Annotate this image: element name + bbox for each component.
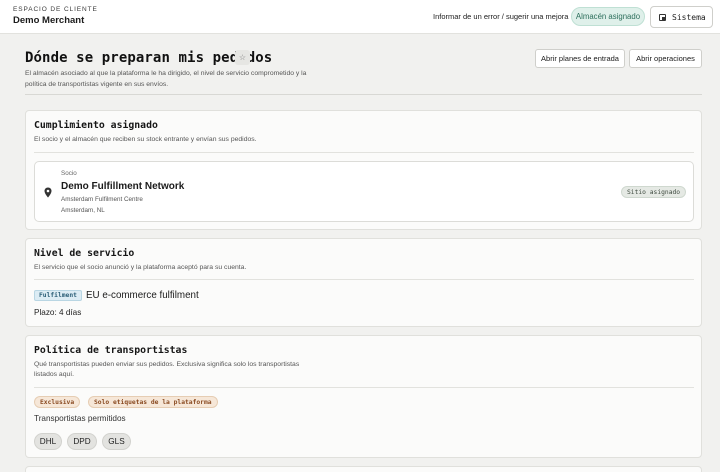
allowed-carriers-label: Transportistas permitidos [34,414,126,423]
carrier-policy-subtitle: Qué transportistas pueden enviar sus ped… [34,361,300,378]
theme-toggle-icon [659,13,666,21]
partner-location: Amsterdam, NL [61,207,105,214]
service-level-card: Nivel de servicio El servicio que el soc… [25,238,702,327]
service-level-subtitle: El servicio que el socio anunció y la pl… [34,264,247,271]
partner-name: Demo Fulfillment Network [61,181,185,192]
exclusive-tag: Exclusiva [34,396,81,408]
star-icon[interactable]: ☆ [235,50,250,65]
carrier-chip-dhl: DHL [34,433,62,450]
lead-time: Plazo: 4 días [34,308,82,317]
open-inbound-plans-button[interactable]: Abrir planes de entrada [535,49,625,68]
partner-label: Socio [61,170,77,177]
card-divider [34,152,694,153]
assigned-warehouse-pill[interactable]: Almacén asignado [571,7,645,26]
carrier-policy-title: Política de transportistas [34,345,188,356]
page-divider [25,94,702,95]
page-description: El almacén asociado al que la plataforma… [25,70,307,88]
fulfilment-badge: Fulfilment [34,290,82,301]
partner-panel: Socio Demo Fulfillment Network Amsterdam… [34,161,694,222]
service-level-title: Nivel de servicio [34,248,135,259]
system-theme-button[interactable]: Sistema [650,6,713,28]
assigned-fulfilment-card: Cumplimiento asignado El socio y el alma… [25,110,702,230]
system-button-label: Sistema [672,12,706,22]
carrier-chip-gls: GLS [102,433,131,450]
merchant-name: Demo Merchant [13,15,85,26]
service-name: EU e-commerce fulfilment [86,290,199,301]
next-card [25,466,702,472]
assigned-site-badge: Sitio asignado [621,186,687,198]
report-issue-link[interactable]: Informar de un error / sugerir una mejor… [433,12,568,21]
card-divider [34,387,694,388]
map-pin-icon [44,187,52,198]
carrier-chip-dpd: DPD [67,433,97,450]
partner-site: Amsterdam Fulfilment Centre [61,196,143,203]
carrier-policy-card: Política de transportistas Qué transport… [25,335,702,458]
platform-labels-tag: Solo etiquetas de la plataforma [88,396,218,408]
workspace-eyebrow: ESPACIO DE CLIENTE [13,6,98,13]
card-divider [34,279,694,280]
top-bar: ESPACIO DE CLIENTE Demo Merchant Informa… [0,0,720,34]
fulfilment-card-title: Cumplimiento asignado [34,120,158,131]
open-operations-button[interactable]: Abrir operaciones [629,49,702,68]
fulfilment-card-subtitle: El socio y el almacén que reciben su sto… [34,136,257,143]
